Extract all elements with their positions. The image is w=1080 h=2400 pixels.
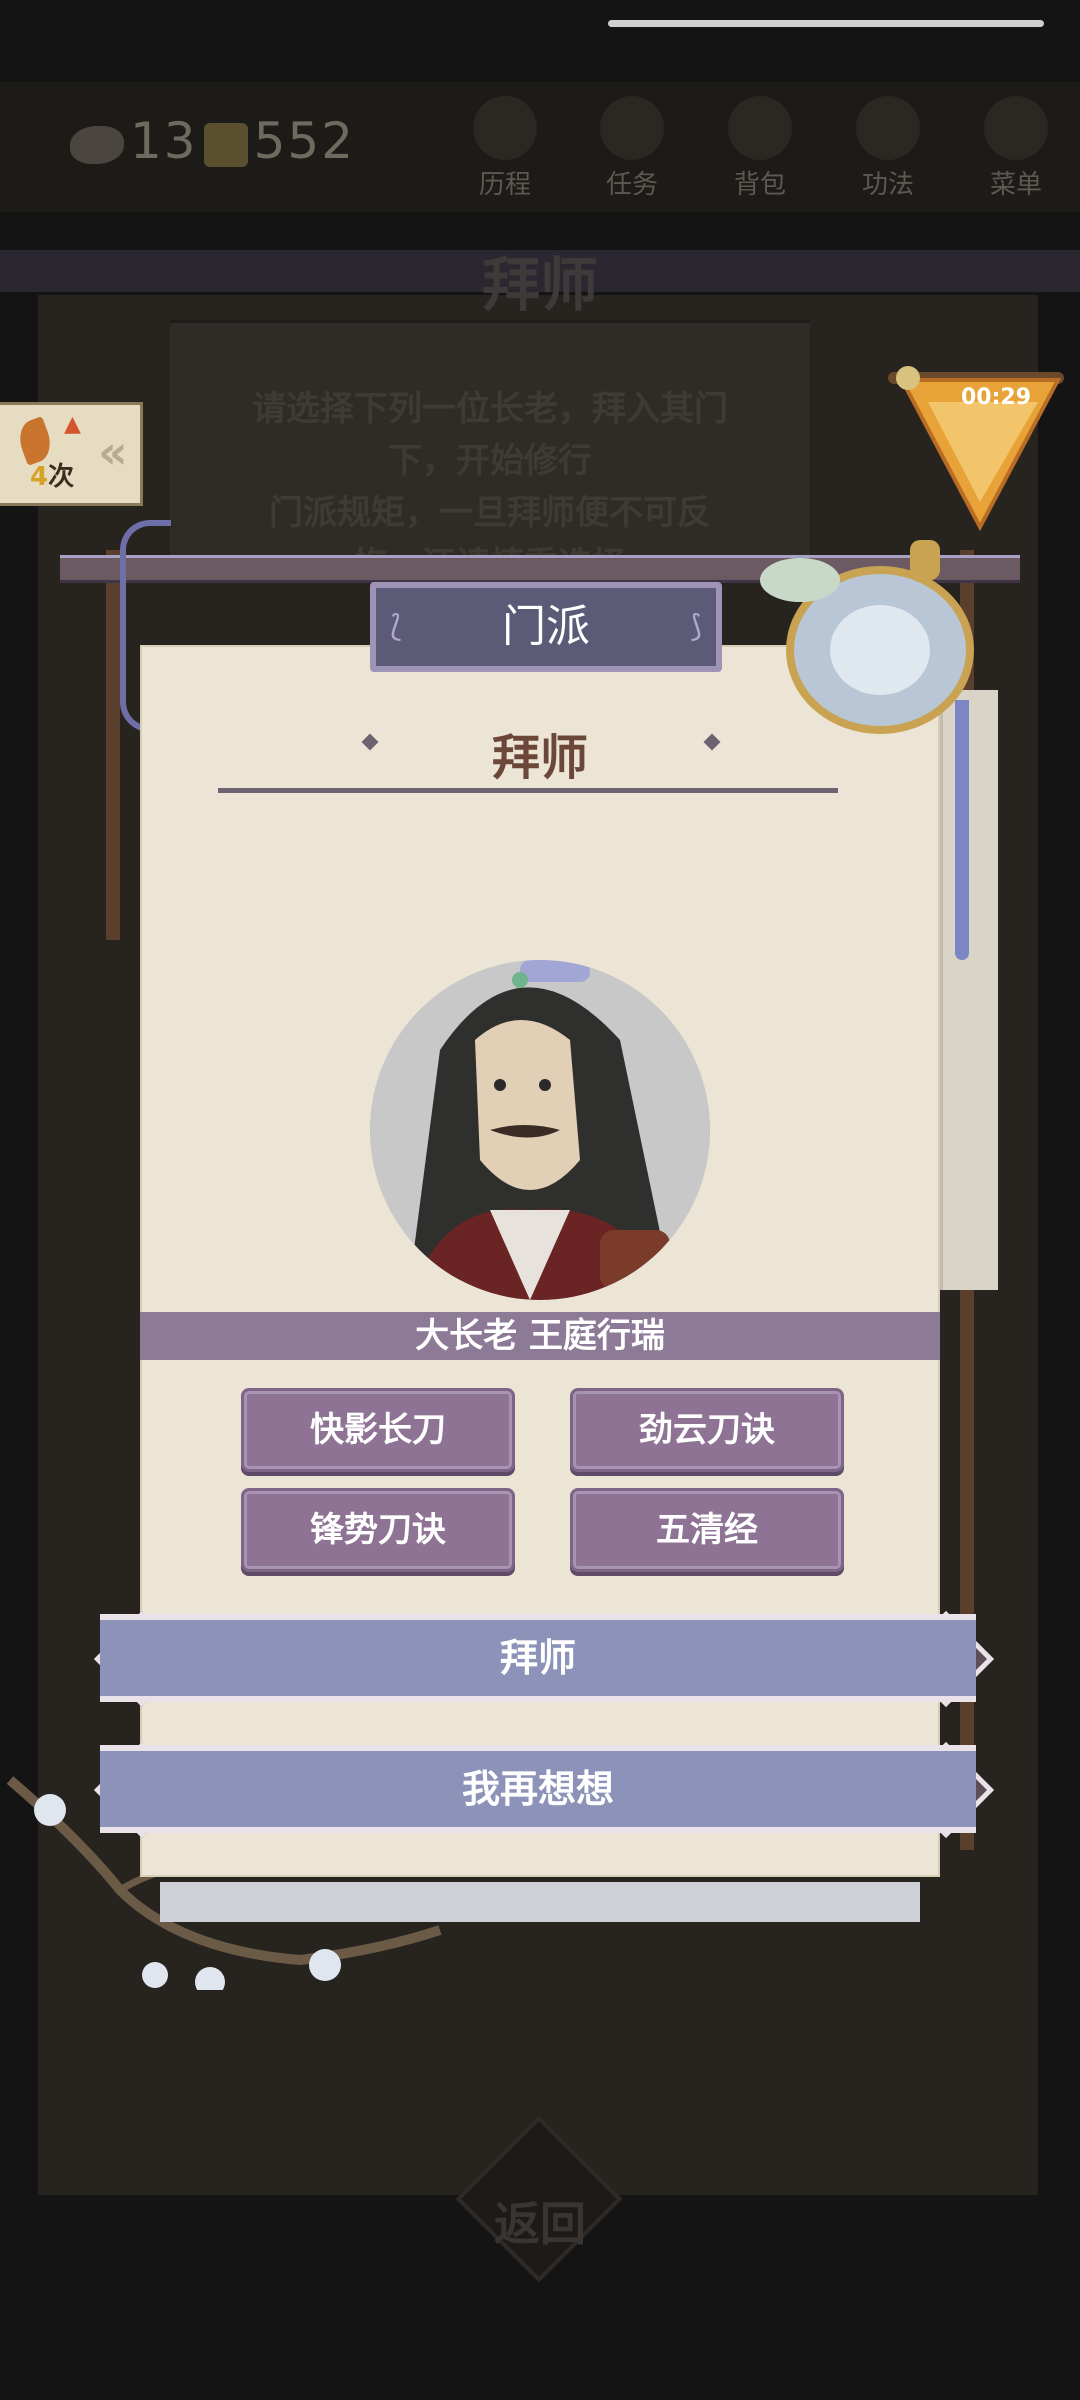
nav-menu-label: 菜单 bbox=[989, 170, 1042, 200]
confirm-apprentice-button[interactable]: 拜师 bbox=[100, 1614, 976, 1702]
leaf-currency-icon bbox=[70, 125, 124, 164]
nav-task-label: 任务 bbox=[605, 170, 658, 200]
scroll-icon bbox=[473, 96, 537, 160]
nav-task-button[interactable]: 任务 bbox=[582, 96, 682, 201]
return-button[interactable]: 返回 bbox=[470, 2188, 610, 2254]
notice-line-1: 请选择下列一位长老，拜入其门 bbox=[252, 389, 728, 429]
paper-bottom-edge bbox=[160, 1882, 920, 1922]
skill-button-2[interactable]: 劲云刀诀 bbox=[570, 1388, 844, 1472]
coin-icon bbox=[203, 122, 248, 167]
book-icon bbox=[856, 96, 920, 160]
fan-icon bbox=[984, 96, 1048, 160]
sect-tab: ⟅ 门派 ⟆ bbox=[370, 582, 722, 672]
title-divider bbox=[218, 788, 838, 793]
elder-avatar bbox=[370, 960, 710, 1300]
attempt-count: 4次 bbox=[30, 456, 74, 493]
nav-menu-button[interactable]: 菜单 bbox=[966, 96, 1066, 201]
attempt-count-number: 4 bbox=[30, 462, 49, 492]
nav-skill-label: 功法 bbox=[861, 170, 914, 200]
notice-line-2: 下，开始修行 bbox=[388, 441, 592, 481]
dialog-title: 拜师 bbox=[491, 730, 588, 786]
frame-post-left bbox=[106, 550, 120, 940]
currency-a-value: 13 bbox=[130, 112, 198, 170]
currency-display: 13 552 bbox=[70, 112, 355, 170]
nav-history-button[interactable]: 历程 bbox=[455, 96, 555, 201]
scroll-ornament-right-icon: ⟆ bbox=[690, 609, 702, 644]
skill-button-3[interactable]: 锋势刀诀 bbox=[241, 1488, 515, 1572]
scroll-ornament-left-icon: ⟅ bbox=[390, 609, 402, 644]
elder-portrait bbox=[370, 960, 710, 1300]
skill-button-1[interactable]: 快影长刀 bbox=[241, 1388, 515, 1472]
notice-line-3: 门派规矩，一旦拜师便不可反 bbox=[269, 493, 711, 533]
attempt-count-unit: 次 bbox=[48, 462, 75, 492]
currency-b-value: 552 bbox=[253, 112, 356, 170]
background-title: 拜师 bbox=[481, 251, 598, 319]
chevron-left-icon[interactable]: « bbox=[98, 425, 128, 479]
nav-bag-button[interactable]: 背包 bbox=[710, 96, 810, 201]
elder-name: 大长老 王庭行瑞 bbox=[140, 1312, 940, 1360]
nav-bag-label: 背包 bbox=[733, 170, 786, 200]
status-bar-handle bbox=[608, 20, 1044, 27]
gourd-icon bbox=[760, 540, 974, 734]
timer-value: 00:29 bbox=[960, 385, 1032, 410]
nav-history-label: 历程 bbox=[478, 170, 531, 200]
arrow-up-icon: ▲ bbox=[64, 412, 81, 437]
reconsider-button[interactable]: 我再想想 bbox=[100, 1745, 976, 1833]
nav-skill-button[interactable]: 功法 bbox=[838, 96, 938, 201]
side-scroll bbox=[940, 690, 998, 1290]
sect-tab-label: 门派 bbox=[502, 601, 590, 652]
notice-board: 请选择下列一位长老，拜入其门 下，开始修行 门派规矩，一旦拜师便不可反 悔，还请… bbox=[170, 320, 810, 585]
task-icon bbox=[600, 96, 664, 160]
skill-button-4[interactable]: 五清经 bbox=[570, 1488, 844, 1572]
bag-icon bbox=[728, 96, 792, 160]
